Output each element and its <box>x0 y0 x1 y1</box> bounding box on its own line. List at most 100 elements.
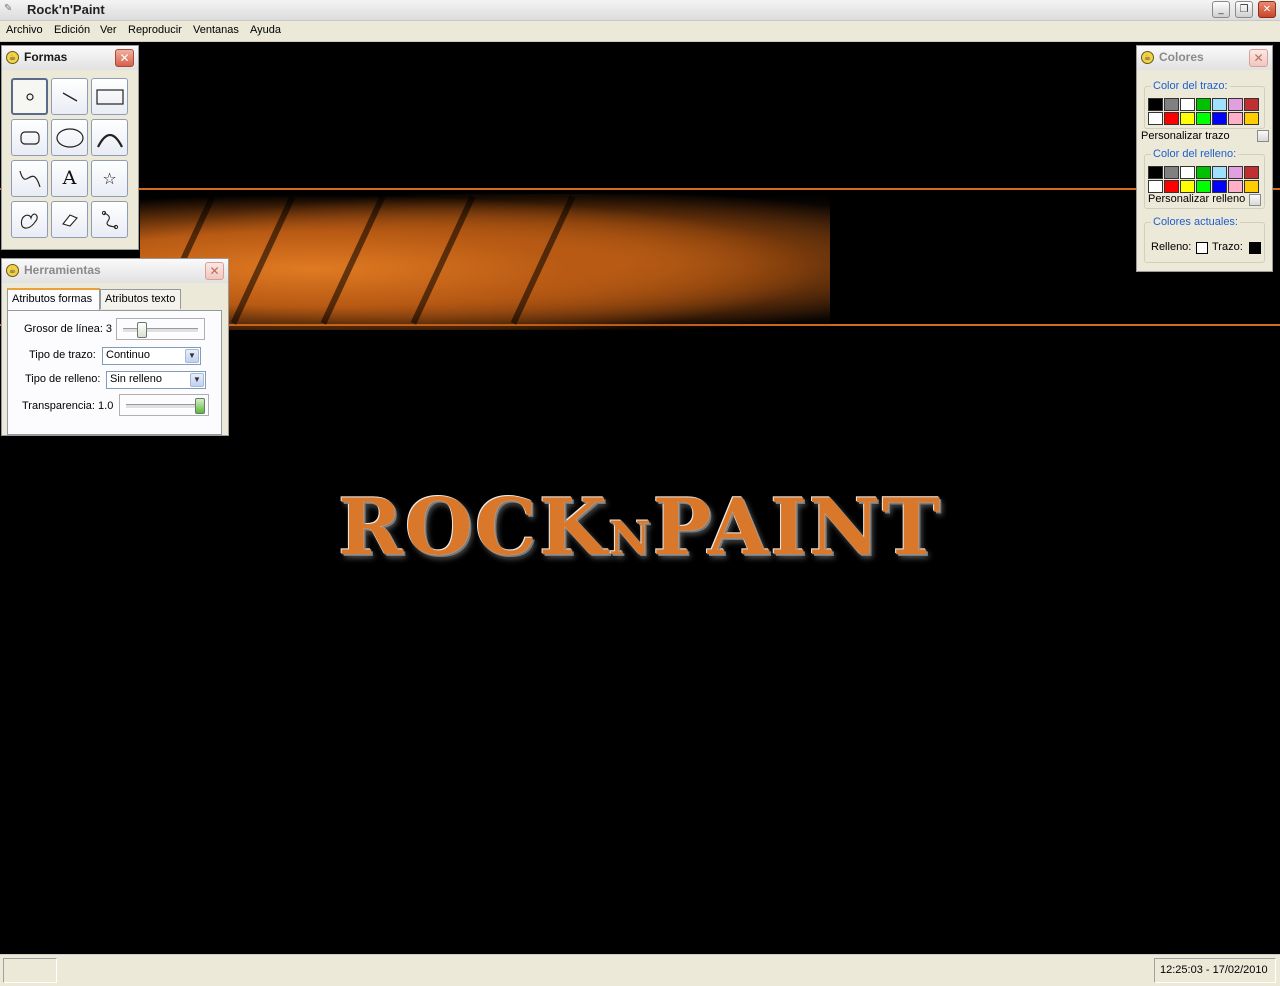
relleno-color-swatch[interactable] <box>1228 180 1243 193</box>
trazo-color-swatch[interactable] <box>1164 98 1179 111</box>
tipo-relleno-value: Sin relleno <box>110 373 162 385</box>
title-bar: ✎ Rock'n'Paint _ ❐ ✕ <box>0 0 1280 21</box>
restore-button[interactable]: ❐ <box>1235 1 1253 18</box>
close-button[interactable]: ✕ <box>1258 1 1276 18</box>
status-message <box>3 958 57 983</box>
color-trazo-title: Color del trazo: <box>1151 80 1230 92</box>
app-icon: ✎ <box>4 3 13 14</box>
trazo-color-swatch[interactable] <box>1148 98 1163 111</box>
rectangle-tool[interactable] <box>91 78 128 115</box>
relleno-color-swatch[interactable] <box>1164 166 1179 179</box>
tipo-trazo-select[interactable]: Continuo ▼ <box>102 347 201 365</box>
freeform-tool[interactable] <box>11 201 48 238</box>
text-tool[interactable]: A <box>51 160 88 197</box>
relleno-color-swatch[interactable] <box>1196 180 1211 193</box>
relleno-label: Relleno: <box>1151 241 1192 253</box>
menu-edicion[interactable]: Edición <box>54 24 90 36</box>
relleno-color-swatch[interactable] <box>1212 180 1227 193</box>
tab-atributos-texto[interactable]: Atributos texto <box>100 289 181 309</box>
chevron-down-icon[interactable]: ▼ <box>185 349 199 363</box>
relleno-color-swatch[interactable] <box>1180 180 1195 193</box>
tab-atributos-formas[interactable]: Atributos formas <box>7 288 100 310</box>
trazo-color-swatch[interactable] <box>1228 112 1243 125</box>
relleno-color-swatch[interactable] <box>1148 180 1163 193</box>
trazo-color-swatch[interactable] <box>1212 112 1227 125</box>
menu-ayuda[interactable]: Ayuda <box>250 24 281 36</box>
minimize-button[interactable]: _ <box>1212 1 1230 18</box>
ellipse-tool[interactable] <box>51 119 88 156</box>
arc-tool[interactable] <box>91 119 128 156</box>
formas-panel: ☕ Formas ✕ A ☆ <box>1 45 139 250</box>
java-icon: ☕ <box>6 264 19 277</box>
color-relleno-title: Color del relleno: <box>1151 148 1239 160</box>
trazo-color-swatch[interactable] <box>1212 98 1227 111</box>
menu-archivo[interactable]: Archivo <box>6 24 43 36</box>
eraser-tool[interactable] <box>51 201 88 238</box>
relleno-color-swatch[interactable] <box>1244 180 1259 193</box>
trazo-color-swatch[interactable] <box>1244 98 1259 111</box>
rocknpaint-logo: ROCKNPAINT <box>337 482 942 573</box>
curve-tool[interactable] <box>11 160 48 197</box>
formas-title: Formas <box>24 50 68 64</box>
personalizar-trazo-button[interactable] <box>1257 130 1269 142</box>
line-tool[interactable] <box>51 78 88 115</box>
relleno-color-swatch[interactable] <box>1212 166 1227 179</box>
transparencia-slider[interactable] <box>119 394 209 416</box>
trazo-color-swatch[interactable] <box>1180 98 1195 111</box>
menu-ver[interactable]: Ver <box>100 24 117 36</box>
personalizar-relleno-button[interactable] <box>1249 194 1261 206</box>
trazo-color-swatch[interactable] <box>1180 112 1195 125</box>
trazo-label: Trazo: <box>1212 241 1243 253</box>
colores-actuales-title: Colores actuales: <box>1151 216 1240 228</box>
trazo-color-swatch[interactable] <box>1244 112 1259 125</box>
transparencia-label: Transparencia: 1.0 <box>22 400 114 412</box>
tipo-relleno-label: Tipo de relleno: <box>25 373 101 385</box>
herramientas-close-button[interactable]: ✕ <box>205 262 224 280</box>
herramientas-title: Herramientas <box>24 263 101 277</box>
color-trazo-group: Color del trazo: <box>1144 80 1265 129</box>
trazo-color-swatch[interactable] <box>1148 112 1163 125</box>
java-icon: ☕ <box>6 51 19 64</box>
tipo-relleno-select[interactable]: Sin relleno ▼ <box>106 371 206 389</box>
relleno-color-swatch[interactable] <box>1180 166 1195 179</box>
personalizar-trazo-label: Personalizar trazo <box>1141 130 1230 142</box>
colores-close-button[interactable]: ✕ <box>1249 49 1268 67</box>
chevron-down-icon[interactable]: ▼ <box>190 373 204 387</box>
relleno-color-swatch[interactable] <box>1228 166 1243 179</box>
rounded-rectangle-tool[interactable] <box>11 119 48 156</box>
personalizar-relleno-label: Personalizar relleno <box>1148 193 1246 205</box>
trazo-color-swatch[interactable] <box>1196 98 1211 111</box>
herramientas-panel: ☕ Herramientas ✕ Atributos formas Atribu… <box>1 258 229 436</box>
formas-title-bar[interactable]: ☕ Formas ✕ <box>2 46 138 70</box>
trazo-color-swatch[interactable] <box>1196 112 1211 125</box>
tipo-trazo-label: Tipo de trazo: <box>29 349 96 361</box>
menu-reproducir[interactable]: Reproducir <box>128 24 182 36</box>
current-trazo-swatch <box>1249 242 1261 254</box>
relleno-color-swatch[interactable] <box>1244 166 1259 179</box>
trazo-color-swatch[interactable] <box>1164 112 1179 125</box>
formas-close-button[interactable]: ✕ <box>115 49 134 67</box>
grosor-slider-thumb[interactable] <box>137 322 147 338</box>
menu-ventanas[interactable]: Ventanas <box>193 24 239 36</box>
colores-title: Colores <box>1159 50 1204 64</box>
point-tool[interactable] <box>11 78 48 115</box>
relleno-color-swatch[interactable] <box>1196 166 1211 179</box>
relleno-color-swatch[interactable] <box>1148 166 1163 179</box>
herramientas-title-bar[interactable]: ☕ Herramientas ✕ <box>2 259 228 283</box>
menu-bar: Archivo Edición Ver Reproducir Ventanas … <box>0 21 1280 42</box>
java-icon: ☕ <box>1141 51 1154 64</box>
grosor-label: Grosor de línea: 3 <box>24 323 113 335</box>
transparencia-slider-thumb[interactable] <box>195 398 205 414</box>
grosor-slider[interactable] <box>116 318 205 340</box>
path-tool[interactable] <box>91 201 128 238</box>
status-bar: 12:25:03 - 17/02/2010 <box>0 954 1280 986</box>
star-tool[interactable]: ☆ <box>91 160 128 197</box>
status-datetime: 12:25:03 - 17/02/2010 <box>1154 958 1276 983</box>
window-title: Rock'n'Paint <box>27 2 105 17</box>
colores-actuales-group: Colores actuales: Relleno: Trazo: <box>1144 216 1265 263</box>
colores-panel: ☕ Colores ✕ Color del trazo: Personaliza… <box>1136 45 1273 272</box>
tipo-trazo-value: Continuo <box>106 349 151 361</box>
trazo-color-swatch[interactable] <box>1228 98 1243 111</box>
colores-title-bar[interactable]: ☕ Colores ✕ <box>1137 46 1272 70</box>
relleno-color-swatch[interactable] <box>1164 180 1179 193</box>
